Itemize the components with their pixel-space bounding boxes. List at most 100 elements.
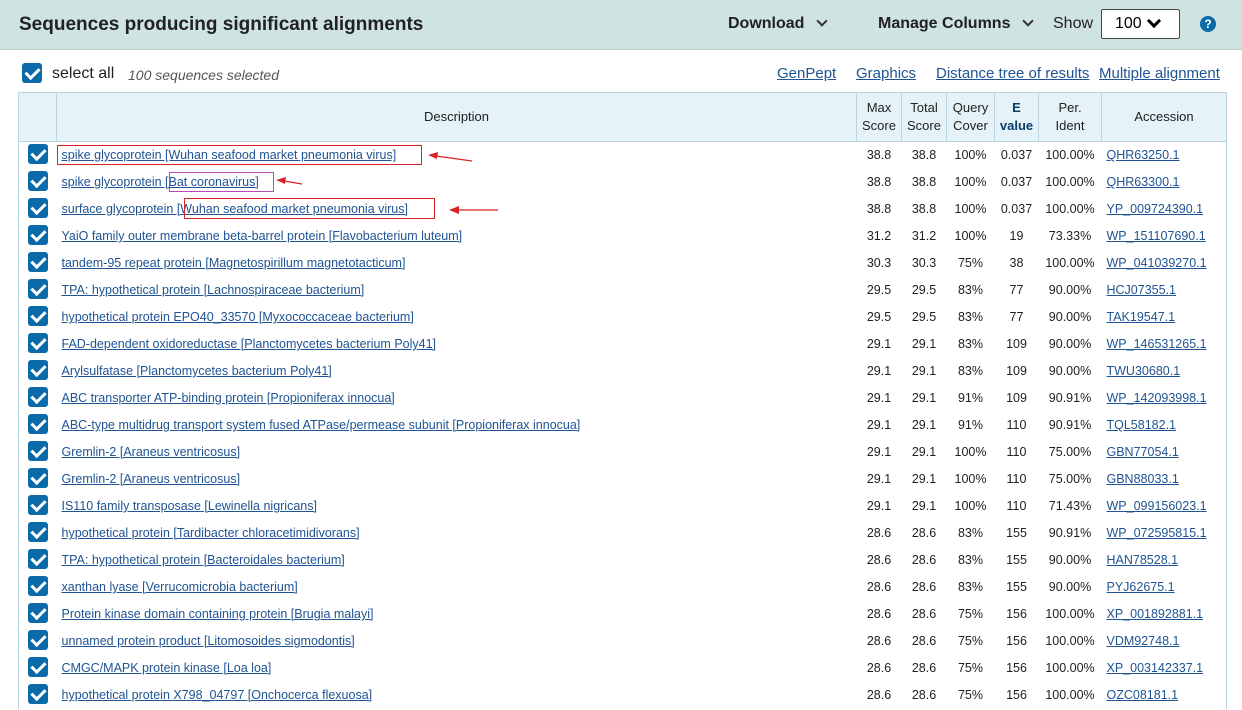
description-link[interactable]: FAD-dependent oxidoreductase [Planctomyc… — [62, 337, 437, 351]
description-link[interactable]: IS110 family transposase [Lewinella nigr… — [62, 499, 317, 513]
row-checkbox[interactable] — [27, 549, 48, 569]
header-max-score[interactable]: Max Score — [856, 92, 902, 142]
description-link[interactable]: unnamed protein product [Litomosoides si… — [62, 634, 355, 648]
max-score-cell: 29.5 — [866, 310, 892, 324]
description-link[interactable]: xanthan lyase [Verrucomicrobia bacterium… — [62, 580, 298, 594]
row-checkbox[interactable] — [27, 360, 48, 380]
accession-link[interactable]: OZC08181.1 — [1107, 688, 1179, 702]
row-checkbox[interactable] — [27, 171, 48, 191]
description-cell: TPA: hypothetical protein [Bacteroidales… — [57, 547, 857, 574]
row-checkbox[interactable] — [27, 576, 48, 596]
description-link[interactable]: spike glycoprotein [Wuhan seafood market… — [62, 148, 397, 162]
e-value-cell: 77 — [1009, 283, 1024, 297]
accession-link[interactable]: XP_001892881.1 — [1107, 607, 1204, 621]
accession-link[interactable]: VDM92748.1 — [1107, 634, 1180, 648]
description-link[interactable]: hypothetical protein [Tardibacter chlora… — [62, 526, 360, 540]
accession-link[interactable]: WP_142093998.1 — [1107, 391, 1207, 405]
accession-link[interactable]: WP_099156023.1 — [1107, 499, 1207, 513]
total-score-cell: 29.1 — [911, 364, 937, 378]
description-cell: spike glycoprotein [Wuhan seafood market… — [57, 142, 857, 169]
row-checkbox[interactable] — [27, 657, 48, 677]
show-count-select[interactable]: 100 — [1101, 9, 1180, 39]
multiple-alignment-link[interactable]: Multiple alignment — [1099, 65, 1220, 82]
row-checkbox[interactable] — [27, 441, 48, 461]
description-link[interactable]: TPA: hypothetical protein [Lachnospirace… — [62, 283, 365, 297]
accession-link[interactable]: XP_003142337.1 — [1107, 661, 1204, 675]
graphics-link[interactable]: Graphics — [856, 65, 916, 82]
accession-link[interactable]: GBN77054.1 — [1107, 445, 1179, 459]
description-link[interactable]: Protein kinase domain containing protein… — [62, 607, 374, 621]
genpept-link[interactable]: GenPept — [777, 65, 836, 82]
row-select-cell — [18, 573, 57, 601]
accession-link[interactable]: WP_072595815.1 — [1107, 526, 1207, 540]
description-link[interactable]: Gremlin-2 [Araneus ventricosus] — [62, 472, 241, 486]
row-checkbox[interactable] — [27, 387, 48, 407]
table-row: FAD-dependent oxidoreductase [Planctomyc… — [18, 330, 1227, 358]
row-checkbox[interactable] — [27, 279, 48, 299]
row-select-cell — [18, 681, 57, 709]
row-checkbox[interactable] — [27, 144, 48, 165]
row-checkbox[interactable] — [27, 198, 48, 218]
accession-link[interactable]: YP_009724390.1 — [1107, 202, 1204, 216]
row-checkbox[interactable] — [27, 522, 48, 542]
accession-cell: TQL58182.1 — [1101, 411, 1227, 439]
accession-link[interactable]: TWU30680.1 — [1107, 364, 1181, 378]
row-checkbox[interactable] — [27, 225, 48, 245]
table-row: ABC transporter ATP-binding protein [Pro… — [18, 384, 1227, 412]
accession-link[interactable]: HCJ07355.1 — [1107, 283, 1177, 297]
header-total-score[interactable]: Total Score — [901, 92, 947, 142]
download-menu[interactable]: Download — [728, 15, 829, 33]
row-checkbox[interactable] — [27, 333, 48, 353]
description-link[interactable]: surface glycoprotein [Wuhan seafood mark… — [62, 202, 408, 216]
description-link[interactable]: spike glycoprotein [Bat coronavirus] — [62, 175, 259, 189]
per-ident-cell: 90.91% — [1048, 418, 1092, 432]
select-all-label[interactable]: select all — [52, 65, 114, 83]
accession-link[interactable]: WP_146531265.1 — [1107, 337, 1207, 351]
header-accession[interactable]: Accession — [1101, 92, 1227, 142]
description-link[interactable]: TPA: hypothetical protein [Bacteroidales… — [62, 553, 345, 567]
description-link[interactable]: CMGC/MAPK protein kinase [Loa loa] — [62, 661, 272, 675]
row-checkbox[interactable] — [27, 630, 48, 650]
description-link[interactable]: Gremlin-2 [Araneus ventricosus] — [62, 445, 241, 459]
total-score-cell: 29.1 — [911, 391, 937, 405]
header-query-cover[interactable]: Query Cover — [946, 92, 995, 142]
accession-cell: WP_146531265.1 — [1101, 330, 1227, 358]
accession-link[interactable]: WP_041039270.1 — [1107, 256, 1207, 270]
accession-link[interactable]: PYJ62675.1 — [1107, 580, 1175, 594]
download-label: Download — [728, 15, 805, 32]
accession-link[interactable]: GBN88033.1 — [1107, 472, 1179, 486]
help-icon[interactable]: ? — [1200, 16, 1216, 32]
accession-link[interactable]: QHR63300.1 — [1107, 175, 1180, 189]
header-e-value[interactable]: Evalue — [994, 92, 1039, 142]
distance-tree-link[interactable]: Distance tree of results — [936, 65, 1089, 82]
row-select-cell — [18, 465, 57, 493]
row-checkbox[interactable] — [27, 306, 48, 326]
description-link[interactable]: YaiO family outer membrane beta-barrel p… — [62, 229, 463, 243]
description-link[interactable]: hypothetical protein EPO40_33570 [Myxoco… — [62, 310, 414, 324]
row-checkbox[interactable] — [27, 414, 48, 434]
row-checkbox[interactable] — [27, 603, 48, 623]
row-select-cell — [18, 168, 57, 196]
accession-link[interactable]: TAK19547.1 — [1107, 310, 1176, 324]
accession-link[interactable]: HAN78528.1 — [1107, 553, 1179, 567]
description-link[interactable]: tandem-95 repeat protein [Magnetospirill… — [62, 256, 406, 270]
header-per-ident[interactable]: Per. Ident — [1038, 92, 1102, 142]
row-checkbox[interactable] — [27, 495, 48, 515]
accession-link[interactable]: WP_151107690.1 — [1107, 229, 1206, 243]
max-score-cell: 29.1 — [866, 337, 892, 351]
description-link[interactable]: ABC transporter ATP-binding protein [Pro… — [62, 391, 395, 405]
per-ident-cell: 90.00% — [1048, 337, 1092, 351]
total-score-cell: 28.6 — [911, 553, 937, 567]
description-cell: unnamed protein product [Litomosoides si… — [57, 628, 857, 655]
header-description[interactable]: Description — [56, 92, 857, 142]
accession-link[interactable]: TQL58182.1 — [1107, 418, 1177, 432]
description-link[interactable]: ABC-type multidrug transport system fuse… — [62, 418, 581, 432]
manage-columns-menu[interactable]: Manage Columns — [878, 15, 1035, 33]
description-link[interactable]: hypothetical protein X798_04797 [Onchoce… — [62, 688, 373, 702]
row-checkbox[interactable] — [27, 252, 48, 272]
row-checkbox[interactable] — [27, 684, 48, 704]
accession-link[interactable]: QHR63250.1 — [1107, 148, 1180, 162]
select-all-checkbox[interactable] — [22, 63, 42, 83]
description-link[interactable]: Arylsulfatase [Planctomycetes bacterium … — [62, 364, 332, 378]
row-checkbox[interactable] — [27, 468, 48, 488]
